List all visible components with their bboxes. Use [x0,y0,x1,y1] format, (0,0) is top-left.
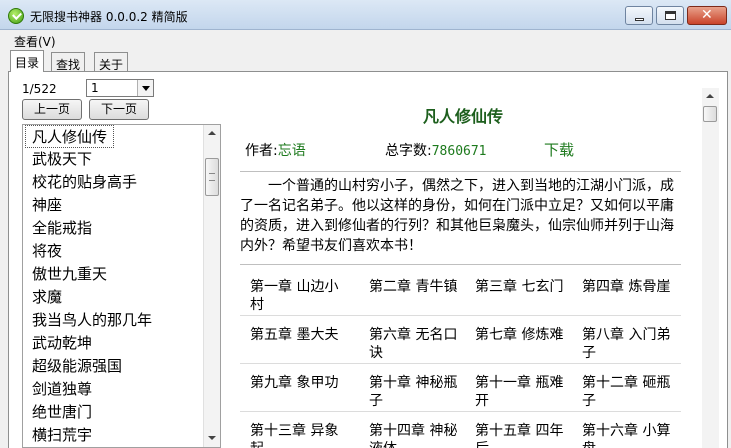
page-counter: 1/522 [22,82,57,96]
book-list-item[interactable]: 我当鸟人的那几年 [32,309,152,330]
book-title: 凡人修仙传 [422,107,503,126]
chapter-link[interactable]: 第十三章 异象起 [250,422,350,448]
chapter-link[interactable]: 第一章 山边小村 [250,278,350,314]
wordcount-label: 总字数: [385,143,432,159]
menu-bar: 查看(V) [0,30,731,50]
book-list-item[interactable]: 横扫荒宇 [32,424,92,445]
book-list-item[interactable]: 将夜 [32,240,62,261]
close-icon: ✕ [701,7,713,23]
book-list-item[interactable]: 绝世唐门 [32,401,92,422]
chapter-row: 第一章 山边小村 第二章 青牛镇 第三章 七玄门 第四章 炼骨崖 [240,268,681,316]
wordcount-value: 7860671 [431,144,487,159]
scroll-thumb[interactable] [703,106,717,122]
minimize-button[interactable] [625,6,653,25]
book-intro: 一个普通的山村穷小子，偶然之下，进入到当地的江湖小门派，成了一名记名弟子。他以这… [240,178,674,254]
minimize-icon [635,18,644,21]
book-list-item[interactable]: 武动乾坤 [32,332,92,353]
book-list-item[interactable]: 凡人修仙传 [25,125,115,148]
author-field: 作者:忘语 [245,140,306,160]
chapter-link[interactable]: 第二章 青牛镇 [369,278,469,296]
scroll-up-icon[interactable] [702,88,718,105]
book-list-item[interactable]: 全能戒指 [32,217,92,238]
next-page-button[interactable]: 下一页 [89,99,149,120]
scroll-up-icon[interactable] [204,125,220,142]
book-list-item[interactable]: 校花的贴身高手 [32,171,137,192]
chapter-link[interactable]: 第五章 墨大夫 [250,326,350,344]
book-list-item[interactable]: 求魔 [32,286,62,307]
book-list-scrollbar[interactable] [203,125,220,447]
page-select[interactable]: 1 [86,79,154,97]
scroll-down-icon[interactable] [204,430,220,447]
tab-about[interactable]: 关于 [94,52,129,72]
book-list-item[interactable]: 超级能源强国 [32,355,122,376]
menu-view[interactable]: 查看(V) [14,33,56,50]
prev-page-button[interactable]: 上一页 [22,99,82,120]
author-label: 作者: [245,143,278,159]
tab-search[interactable]: 查找 [51,52,86,72]
chapter-link[interactable]: 第十二章 砸瓶子 [582,374,682,410]
window-title: 无限搜书神器 0.0.0.2 精简版 [30,10,188,24]
detail-scrollbar[interactable] [702,88,719,448]
chapter-row: 第五章 墨大夫 第六章 无名口诀 第七章 修炼难 第八章 入门弟子 [240,316,681,364]
book-list-item[interactable]: 神座 [32,194,62,215]
book-detail: 凡人修仙传 作者:忘语 总字数:7860671 下载 一个普通的山村穷小子，偶然… [225,88,701,448]
chapter-link[interactable]: 第九章 象甲功 [250,374,350,392]
book-list[interactable]: 凡人修仙传 武极天下 校花的贴身高手 神座 全能戒指 将夜 傲世九重天 求魔 我… [22,124,221,448]
scroll-thumb[interactable] [205,158,219,196]
chevron-down-icon[interactable] [137,80,153,96]
chapter-link[interactable]: 第三章 七玄门 [475,278,575,296]
title-bar: 无限搜书神器 0.0.0.2 精简版 ✕ [0,0,731,30]
chapter-link[interactable]: 第十五章 四年后 [475,422,575,448]
chapter-link[interactable]: 第四章 炼骨崖 [582,278,682,296]
chapter-link[interactable]: 第十六章 小算盘 [582,422,682,448]
wordcount-field: 总字数:7860671 [385,140,487,160]
app-icon [8,8,24,24]
book-list-item[interactable]: 傲世九重天 [32,263,107,284]
chapter-link[interactable]: 第六章 无名口诀 [369,326,469,362]
chapter-row: 第十三章 异象起 第十四章 神秘液体 第十五章 四年后 第十六章 小算盘 [240,412,681,448]
chapter-row: 第九章 象甲功 第十章 神秘瓶子 第十一章 瓶难开 第十二章 砸瓶子 [240,364,681,412]
chapter-link[interactable]: 第十四章 神秘液体 [369,422,469,448]
tab-index[interactable]: 目录 [10,50,45,72]
divider [240,264,681,265]
chapter-link[interactable]: 第十一章 瓶难开 [475,374,575,410]
maximize-icon [665,11,676,20]
book-list-item[interactable]: 剑道独尊 [32,378,92,399]
divider [240,171,681,172]
chapter-link[interactable]: 第八章 入门弟子 [582,326,682,362]
author-name[interactable]: 忘语 [278,143,306,159]
maximize-button[interactable] [656,6,684,25]
page-select-value: 1 [91,81,99,95]
tab-bar: 目录 查找 关于 [0,50,731,72]
download-link[interactable]: 下载 [544,139,574,160]
chapter-link[interactable]: 第七章 修炼难 [475,326,575,344]
chapter-link[interactable]: 第十章 神秘瓶子 [369,374,469,410]
book-list-item[interactable]: 武极天下 [32,148,92,169]
close-button[interactable]: ✕ [687,6,727,25]
